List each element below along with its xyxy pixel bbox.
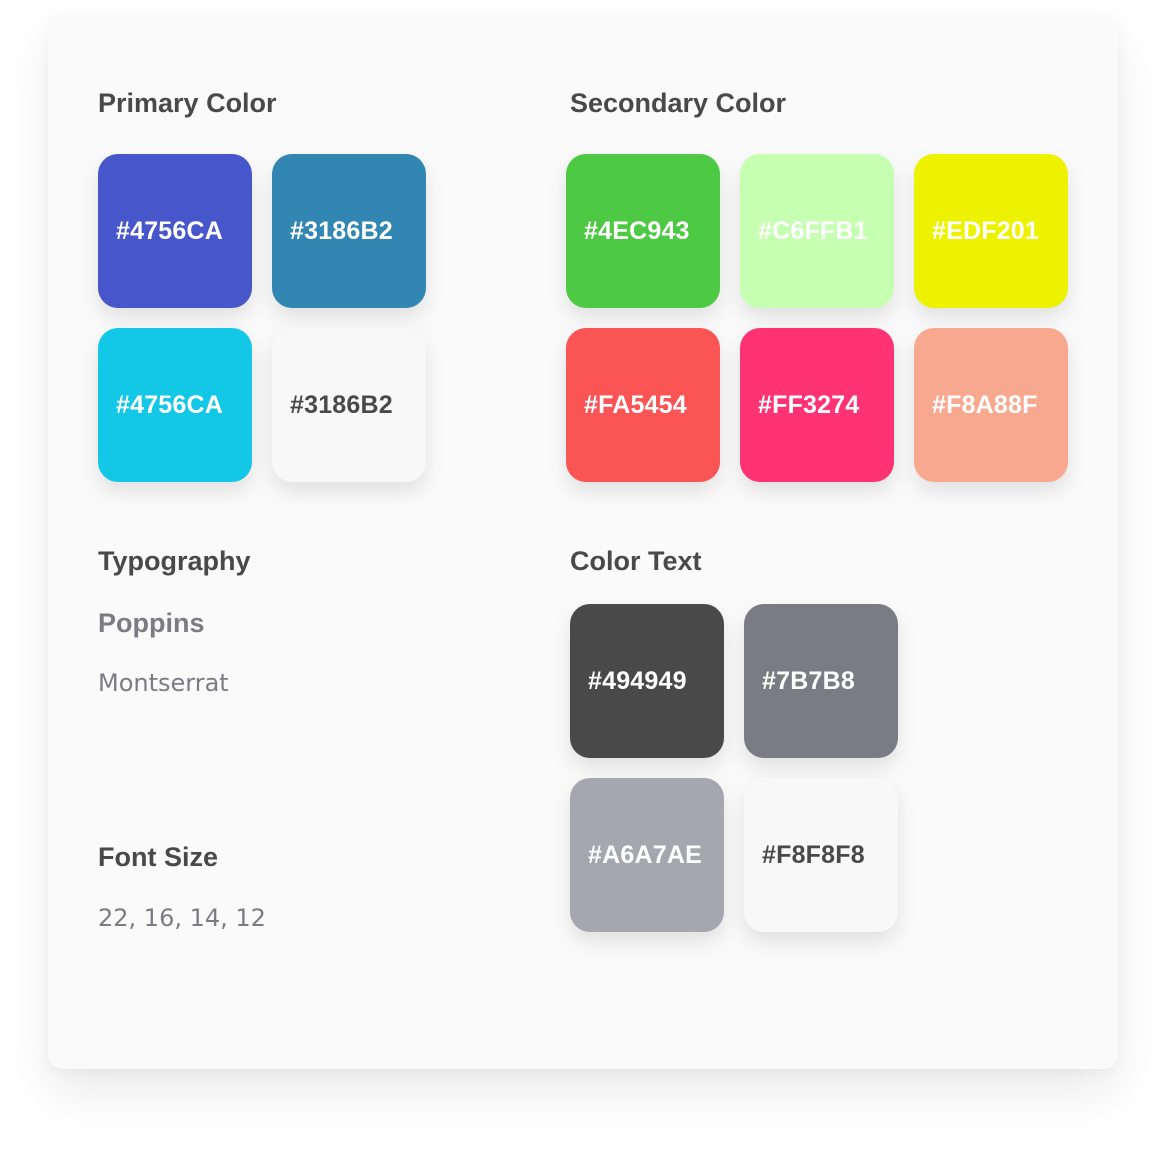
primary-swatch[interactable]: #4756CA: [98, 328, 252, 482]
font-size-values: 22, 16, 14, 12: [98, 904, 266, 932]
swatch-hex-label: #F8A88F: [932, 390, 1038, 419]
secondary-font-name: Montserrat: [98, 669, 229, 697]
secondary-swatch[interactable]: #C6FFB1: [740, 154, 894, 308]
text-color-swatch[interactable]: #494949: [570, 604, 724, 758]
primary-swatch[interactable]: #3186B2: [272, 328, 426, 482]
text-color-swatch[interactable]: #F8F8F8: [744, 778, 898, 932]
secondary-color-heading: Secondary Color: [570, 88, 787, 118]
primary-swatch[interactable]: #4756CA: [98, 154, 252, 308]
swatch-hex-label: #4756CA: [116, 216, 224, 245]
swatch-hex-label: #4756CA: [116, 390, 224, 419]
swatch-hex-label: #FA5454: [584, 390, 687, 419]
secondary-swatch[interactable]: #4EC943: [566, 154, 720, 308]
swatch-hex-label: #EDF201: [932, 216, 1040, 245]
color-text-heading: Color Text: [570, 546, 702, 576]
primary-color-heading: Primary Color: [98, 88, 277, 118]
swatch-hex-label: #3186B2: [290, 216, 393, 245]
swatch-hex-label: #A6A7AE: [588, 840, 702, 869]
swatch-hex-label: #FF3274: [758, 390, 860, 419]
typography-heading: Typography: [98, 546, 251, 576]
style-guide-card: Primary Color #4756CA #3186B2 #4756CA #3…: [48, 14, 1118, 1069]
swatch-hex-label: #C6FFB1: [758, 216, 868, 245]
secondary-swatch[interactable]: #F8A88F: [914, 328, 1068, 482]
primary-font-name: Poppins: [98, 608, 205, 638]
primary-swatch[interactable]: #3186B2: [272, 154, 426, 308]
swatch-hex-label: #4EC943: [584, 216, 690, 245]
swatch-hex-label: #494949: [588, 666, 687, 695]
secondary-swatch[interactable]: #EDF201: [914, 154, 1068, 308]
text-color-swatch[interactable]: #A6A7AE: [570, 778, 724, 932]
primary-swatch-grid: #4756CA #3186B2 #4756CA #3186B2: [98, 154, 426, 482]
swatch-hex-label: #F8F8F8: [762, 840, 865, 869]
swatch-hex-label: #7B7B8: [762, 666, 855, 695]
text-color-swatch[interactable]: #7B7B8: [744, 604, 898, 758]
color-text-swatch-grid: #494949 #7B7B8 #A6A7AE #F8F8F8: [570, 604, 898, 932]
secondary-swatch[interactable]: #FA5454: [566, 328, 720, 482]
secondary-swatch[interactable]: #FF3274: [740, 328, 894, 482]
secondary-swatch-grid: #4EC943 #C6FFB1 #EDF201 #FA5454 #FF3274 …: [566, 154, 1068, 482]
font-size-heading: Font Size: [98, 842, 218, 872]
swatch-hex-label: #3186B2: [290, 390, 393, 419]
